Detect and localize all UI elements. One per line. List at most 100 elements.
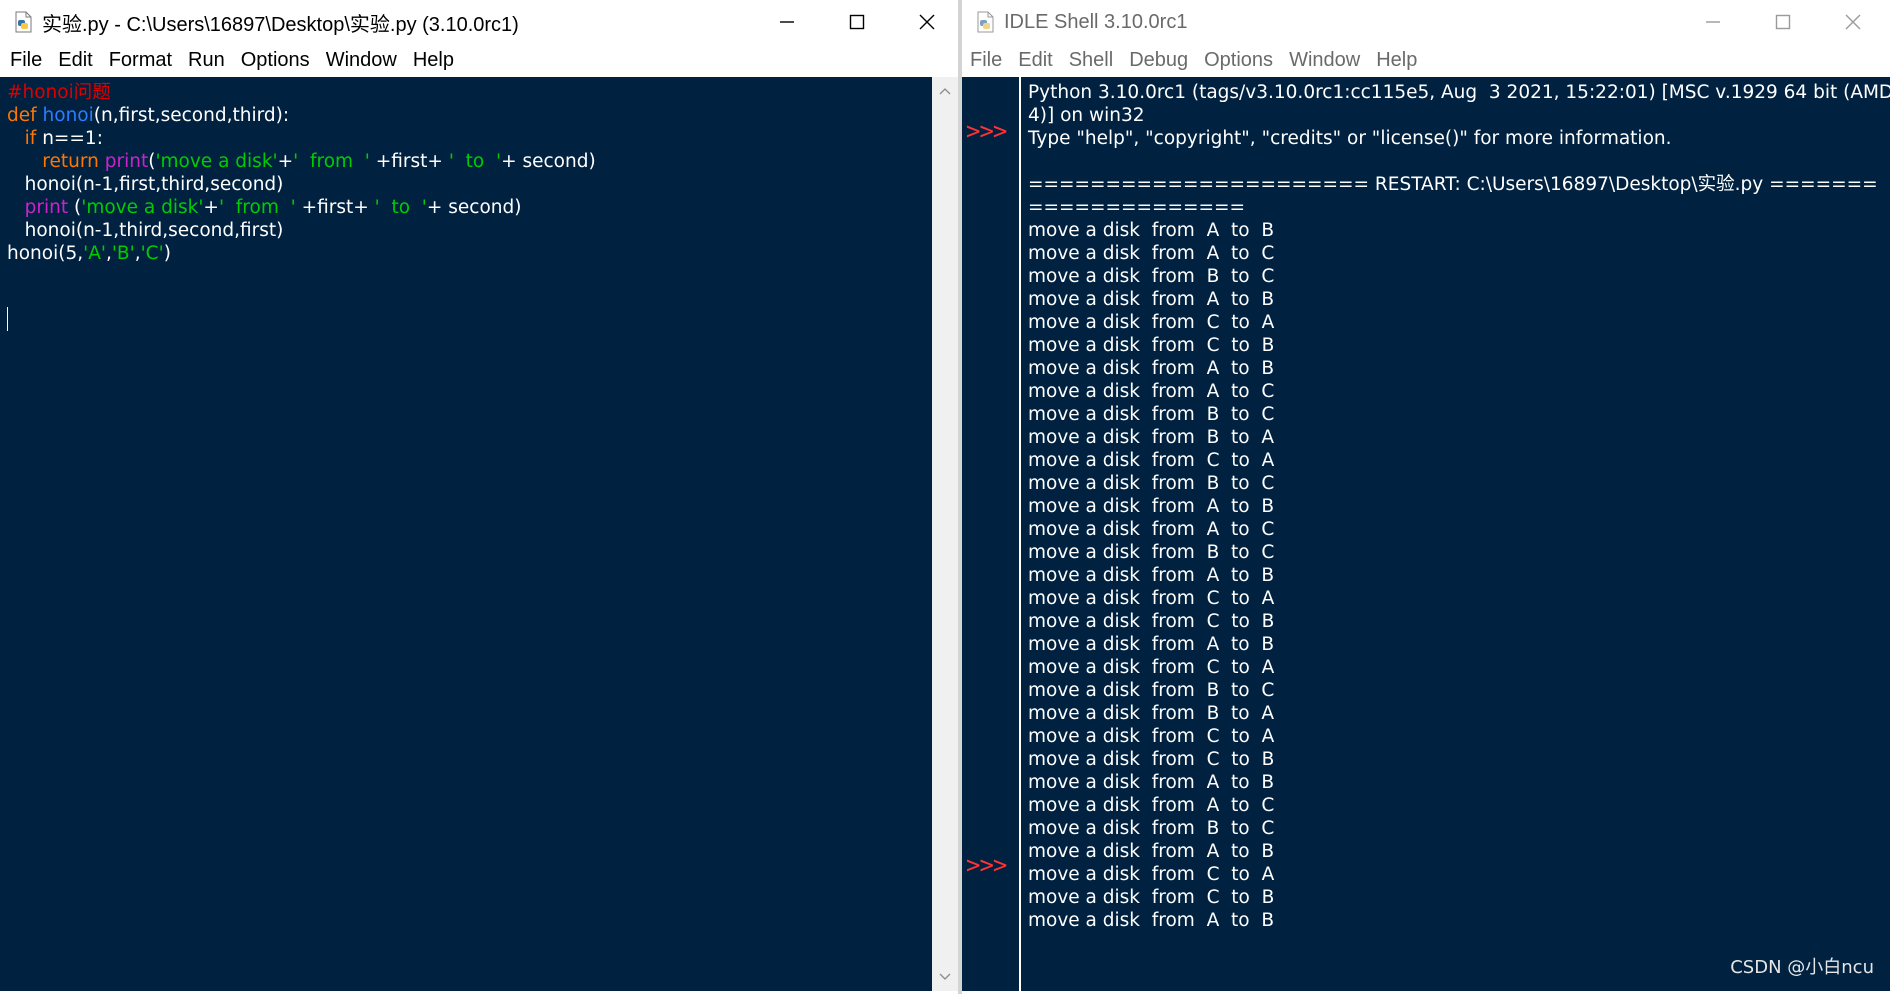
menu-window[interactable]: Window xyxy=(1281,49,1368,72)
code-editor[interactable]: #honoi问题 def honoi(n,first,second,third)… xyxy=(0,77,932,991)
menu-help[interactable]: Help xyxy=(1368,49,1425,72)
shell-output-line: move a disk from C to B xyxy=(1028,749,1275,770)
code-token: honoi(n-1,first,third,second) xyxy=(7,174,284,195)
shell-output-line: move a disk from C to A xyxy=(1028,657,1275,678)
shell-prompt-gutter: >>> >>> xyxy=(962,77,1021,991)
maximize-button[interactable] xyxy=(822,0,892,44)
shell-output-line: move a disk from C to B xyxy=(1028,611,1275,632)
shell-output-line: ============== xyxy=(1028,197,1246,218)
maximize-button[interactable] xyxy=(1748,0,1818,44)
shell-output-line: move a disk from A to B xyxy=(1028,841,1275,862)
minimize-icon xyxy=(1706,21,1720,23)
code-token: 'B' xyxy=(111,243,135,264)
editor-window: 实验.py - C:\Users\16897\Desktop\实验.py (3.… xyxy=(0,0,958,994)
close-icon xyxy=(1845,14,1861,30)
watermark: CSDN @小白ncu xyxy=(1730,957,1874,978)
menu-edit[interactable]: Edit xyxy=(50,49,100,72)
shell-output-line xyxy=(1028,150,1890,173)
code-token: ' from ' xyxy=(218,197,296,218)
code-token: #honoi问题 xyxy=(7,82,111,103)
menu-run[interactable]: Run xyxy=(180,49,233,72)
code-token: + second) xyxy=(501,151,596,172)
source-code[interactable]: #honoi问题 def honoi(n,first,second,third)… xyxy=(7,81,596,265)
code-token: honoi xyxy=(42,105,94,126)
close-button[interactable] xyxy=(892,0,958,44)
editor-window-title: 实验.py - C:\Users\16897\Desktop\实验.py (3.… xyxy=(42,13,519,36)
code-token: (n,first,second,third): xyxy=(93,105,290,126)
code-token: n==1: xyxy=(36,128,103,149)
close-icon xyxy=(919,14,935,30)
menu-file[interactable]: File xyxy=(2,49,50,72)
shell-output-text: Python 3.10.0rc1 (tags/v3.10.0rc1:cc115e… xyxy=(1028,81,1890,932)
shell-output-line: move a disk from B to A xyxy=(1028,703,1275,724)
maximize-icon xyxy=(849,14,865,30)
shell-output-line: 4)] on win32 xyxy=(1028,105,1145,126)
shell-output-line: move a disk from A to C xyxy=(1028,795,1275,816)
code-token: if xyxy=(24,128,37,149)
code-token: +first+ xyxy=(369,151,449,172)
shell-output-line: Type "help", "copyright", "credits" or "… xyxy=(1028,128,1672,149)
menu-file[interactable]: File xyxy=(962,49,1010,72)
shell-output[interactable]: Python 3.10.0rc1 (tags/v3.10.0rc1:cc115e… xyxy=(1021,77,1890,991)
code-token: print xyxy=(24,197,69,218)
vertical-scrollbar[interactable] xyxy=(932,77,958,991)
code-token: def xyxy=(7,105,43,126)
shell-output-line: move a disk from A to B xyxy=(1028,358,1275,379)
shell-menubar: File Edit Shell Debug Options Window Hel… xyxy=(962,44,1890,77)
scroll-up-button[interactable] xyxy=(932,81,958,101)
menu-edit[interactable]: Edit xyxy=(1010,49,1060,72)
scroll-down-button[interactable] xyxy=(932,967,958,987)
minimize-button[interactable] xyxy=(1678,0,1748,44)
menu-window[interactable]: Window xyxy=(318,49,405,72)
menu-help[interactable]: Help xyxy=(405,49,462,72)
shell-output-line: move a disk from A to C xyxy=(1028,243,1275,264)
shell-output-line: move a disk from A to B xyxy=(1028,565,1275,586)
code-token: + xyxy=(203,197,219,218)
shell-output-line: move a disk from A to B xyxy=(1028,496,1275,517)
shell-output-line: move a disk from A to B xyxy=(1028,910,1275,931)
close-button[interactable] xyxy=(1818,0,1888,44)
code-token: ' to ' xyxy=(448,151,502,172)
menu-options[interactable]: Options xyxy=(233,49,318,72)
menu-format[interactable]: Format xyxy=(101,49,180,72)
shell-output-line: move a disk from B to C xyxy=(1028,404,1275,425)
shell-output-line: ====================== RESTART: C:\Users… xyxy=(1028,174,1878,195)
menu-shell[interactable]: Shell xyxy=(1061,49,1121,72)
shell-window-title: IDLE Shell 3.10.0rc1 xyxy=(1004,10,1188,33)
shell-output-line: Python 3.10.0rc1 (tags/v3.10.0rc1:cc115e… xyxy=(1028,82,1890,103)
shell-window: IDLE Shell 3.10.0rc1 File Edit Shell Deb… xyxy=(962,0,1890,994)
menu-debug[interactable]: Debug xyxy=(1121,49,1196,72)
minimize-button[interactable] xyxy=(752,0,822,44)
code-token: ( xyxy=(68,197,82,218)
shell-output-line: move a disk from B to C xyxy=(1028,266,1275,287)
shell-output-line: move a disk from B to C xyxy=(1028,818,1275,839)
menu-options[interactable]: Options xyxy=(1196,49,1281,72)
shell-prompt: >>> xyxy=(966,117,1007,145)
scroll-down-arrow-icon xyxy=(939,973,951,980)
shell-output-line: move a disk from A to C xyxy=(1028,519,1275,540)
shell-output-line: move a disk from B to C xyxy=(1028,680,1275,701)
shell-output-line: move a disk from C to B xyxy=(1028,887,1275,908)
code-token: 'C' xyxy=(140,243,164,264)
shell-output-line: move a disk from A to B xyxy=(1028,634,1275,655)
shell-output-line: move a disk from C to A xyxy=(1028,450,1275,471)
code-token: + second) xyxy=(426,197,522,218)
code-token: + xyxy=(277,151,294,172)
shell-output-line: move a disk from C to A xyxy=(1028,588,1275,609)
shell-output-line: move a disk from A to B xyxy=(1028,289,1275,310)
code-token: return xyxy=(42,151,105,172)
python-file-icon xyxy=(977,11,994,33)
code-token: ' to ' xyxy=(374,197,427,218)
shell-output-line: move a disk from B to A xyxy=(1028,427,1275,448)
code-token: 'A' xyxy=(83,243,106,264)
code-token: +first+ xyxy=(295,197,375,218)
shell-output-line: move a disk from B to C xyxy=(1028,473,1275,494)
code-token: ) xyxy=(163,243,171,264)
shell-output-line: move a disk from C to A xyxy=(1028,312,1275,333)
python-file-icon xyxy=(15,11,32,33)
shell-prompt: >>> xyxy=(966,851,1007,879)
code-token: print xyxy=(104,151,149,172)
